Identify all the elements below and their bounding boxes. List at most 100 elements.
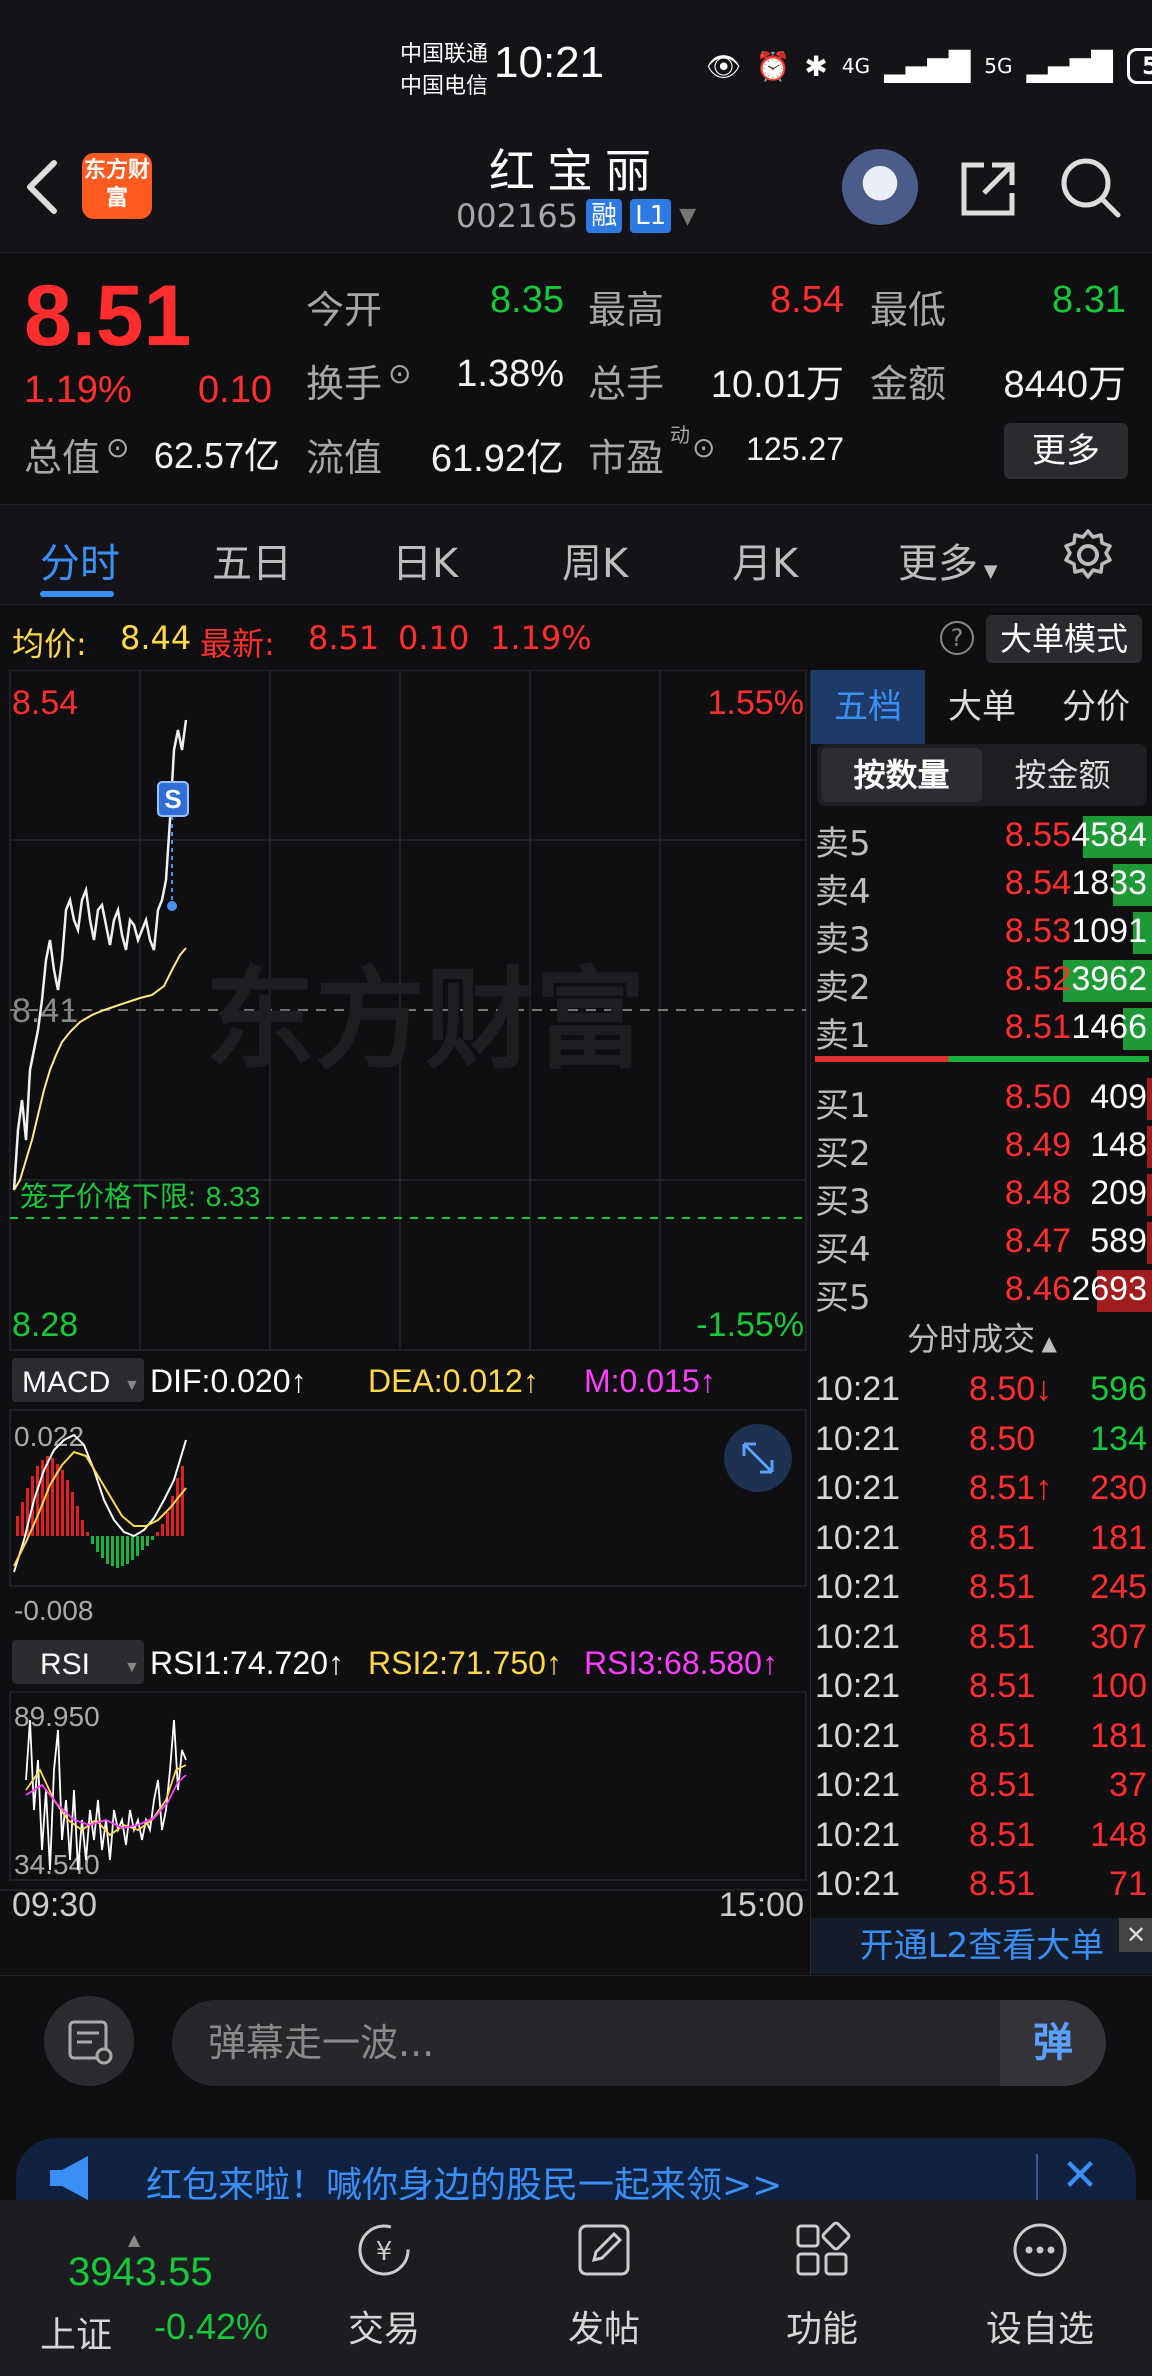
pct-low-label: -1.55% <box>696 1306 804 1344</box>
index-value[interactable]: 3943.55 <box>68 2250 213 2295</box>
mktcap-label: 总值 <box>24 436 101 480</box>
low-value: 8.31 <box>1052 279 1126 321</box>
nav-post[interactable]: 发帖 <box>514 2200 694 2376</box>
tick-volume: 181 <box>1090 1518 1147 1557</box>
bid-level-label: 买2 <box>815 1134 871 1174</box>
tick-time: 10:21 <box>815 1617 901 1656</box>
expand-chart-button <box>724 1424 792 1492</box>
alarm-icon: ⏰ <box>755 49 791 83</box>
nav-trade[interactable]: ¥ 交易 <box>294 2200 474 2376</box>
danmaku-input[interactable]: 弹幕走一波... <box>172 2000 1106 2086</box>
tab-monthly-k[interactable]: 月K <box>732 531 798 589</box>
assistant-robot-icon[interactable] <box>842 149 918 225</box>
big-order-mode-button[interactable]: 大单模式 <box>986 615 1142 663</box>
rsi-grid <box>9 1691 807 1881</box>
danmaku-list-icon[interactable] <box>44 1996 134 2086</box>
macd-histogram-bar <box>151 1536 154 1540</box>
avg-label: 均价: <box>12 625 87 663</box>
info-icon[interactable]: ⊙ <box>106 431 129 464</box>
bid-row[interactable]: 买2 8.49 148 <box>811 1122 1152 1174</box>
tab-five-levels[interactable]: 五档 <box>811 670 925 744</box>
float-label: 流值 <box>306 436 383 480</box>
ask-volume: 4584 <box>1071 816 1147 854</box>
info-icon[interactable]: ⊙ <box>388 357 411 390</box>
order-book-tabs: 五档 大单 分价 <box>811 670 1152 744</box>
price-limit-label: 笼子价格下限: 8.33 <box>20 1181 260 1212</box>
search-icon[interactable] <box>1058 155 1122 219</box>
tick-price: 8.50 <box>969 1419 1036 1458</box>
index-name[interactable]: 上证 <box>40 2306 112 2358</box>
bid-level-label: 买5 <box>815 1278 871 1318</box>
bid-row[interactable]: 买4 8.47 589 <box>811 1218 1152 1270</box>
nav-add-watchlist[interactable]: 设自选 <box>950 2200 1130 2376</box>
bid-row[interactable]: 买5 8.46 2693 <box>811 1266 1152 1318</box>
ask-row[interactable]: 卖5 8.55 4584 <box>811 812 1152 864</box>
tab-intraday[interactable]: 分时 <box>40 531 120 589</box>
tick-time: 10:21 <box>815 1568 901 1606</box>
turnover-value: 1.38% <box>456 353 564 395</box>
tick-time: 10:21 <box>815 1716 901 1755</box>
ticks-header[interactable]: 分时成交 ▲ <box>811 1314 1152 1366</box>
ask-row[interactable]: 卖1 8.51 1466 <box>811 1004 1152 1056</box>
change-amount: 0.10 <box>198 369 272 411</box>
tick-time: 10:21 <box>815 1815 901 1854</box>
index-percent[interactable]: -0.42% <box>154 2306 268 2348</box>
rsi-header: RSI ▼ RSI1:74.720↑ RSI2:71.750↑ RSI3:68.… <box>12 1640 778 1684</box>
bid-row[interactable]: 买1 8.50 409 <box>811 1074 1152 1126</box>
bid-price: 8.50 <box>1004 1078 1071 1116</box>
low-label: 最低 <box>870 288 947 332</box>
bid-volume: 148 <box>1090 1126 1147 1164</box>
macd-histogram-bar <box>166 1512 169 1536</box>
tab-weekly-k[interactable]: 周K <box>562 531 628 589</box>
danmaku-send-button[interactable]: 弹 <box>1000 2000 1106 2086</box>
tick-row: 10:21 8.51 245 <box>811 1568 1152 1618</box>
latest-change: 0.10 <box>398 619 470 657</box>
tab-daily-k[interactable]: 日K <box>392 531 458 589</box>
rsi-top-label: 89.950 <box>14 1701 100 1732</box>
by-quantity-option[interactable]: 按数量 <box>821 748 982 802</box>
ask-row[interactable]: 卖3 8.53 1091 <box>811 908 1152 960</box>
edit-icon <box>578 2224 630 2276</box>
mktcap-value: 62.57亿 <box>153 435 280 476</box>
nav-functions[interactable]: 功能 <box>732 2200 912 2376</box>
share-icon[interactable] <box>956 157 1020 221</box>
ask-row[interactable]: 卖4 8.54 1833 <box>811 860 1152 912</box>
ask-level-label: 卖5 <box>815 824 871 864</box>
tab-more[interactable]: 更多 ▼ <box>898 531 998 589</box>
tick-row: 10:21 8.51 100 <box>811 1667 1152 1717</box>
tab-price-distribution[interactable]: 分价 <box>1039 670 1152 744</box>
caret-up-icon: ▲ <box>1035 1331 1057 1355</box>
tab-big-orders[interactable]: 大单 <box>925 670 1039 744</box>
svg-text:¥: ¥ <box>376 2237 393 2267</box>
bid-row[interactable]: 买3 8.48 209 <box>811 1170 1152 1222</box>
tick-row: 10:21 8.51↑ 230 <box>811 1469 1152 1519</box>
info-icon[interactable]: ⊙ <box>692 431 715 464</box>
close-icon[interactable]: ✕ <box>1056 2152 1104 2200</box>
macd-histogram-bar <box>181 1466 184 1536</box>
more-button[interactable]: 更多 <box>1004 423 1128 479</box>
tick-time: 10:21 <box>815 1419 901 1458</box>
by-amount-option[interactable]: 按金额 <box>982 748 1143 802</box>
close-icon[interactable]: ✕ <box>1119 1918 1152 1952</box>
ask-row[interactable]: 卖2 8.52 3962 <box>811 956 1152 1008</box>
gear-icon[interactable] <box>1060 527 1116 583</box>
intraday-chart[interactable]: 东方财富 8.54 8.41 8.28 1.55% -1.55% 笼子价格下限:… <box>0 670 808 1920</box>
nav-functions-label: 功能 <box>785 2309 858 2350</box>
latest-value: 8.51 <box>308 619 380 657</box>
high-label: 最高 <box>588 288 665 332</box>
carrier-label: 中国联通 <box>400 42 489 67</box>
latest-percent: 1.19% <box>490 619 592 657</box>
tick-volume: 596 <box>1090 1370 1147 1408</box>
nav-trade-label: 交易 <box>347 2309 420 2350</box>
macd-histogram-bar <box>86 1532 89 1536</box>
clock: 10:21 <box>494 38 605 87</box>
ask-price: 8.55 <box>1004 816 1071 854</box>
macd-dif-line <box>13 1433 187 1573</box>
margin-tag: 融 <box>586 199 623 233</box>
tab-5day[interactable]: 五日 <box>212 531 292 589</box>
help-icon[interactable]: ? <box>940 621 974 655</box>
signal-icon: 5G <box>984 54 1013 78</box>
signal-dot <box>167 901 177 911</box>
l2-upgrade-banner[interactable]: 开通L2查看大单 ✕ <box>811 1918 1152 1974</box>
status-icons: 👁 ⏰ ✱ 4G ▂▄▆█ 5G ▂▄▆█ 57 <box>706 44 1152 88</box>
